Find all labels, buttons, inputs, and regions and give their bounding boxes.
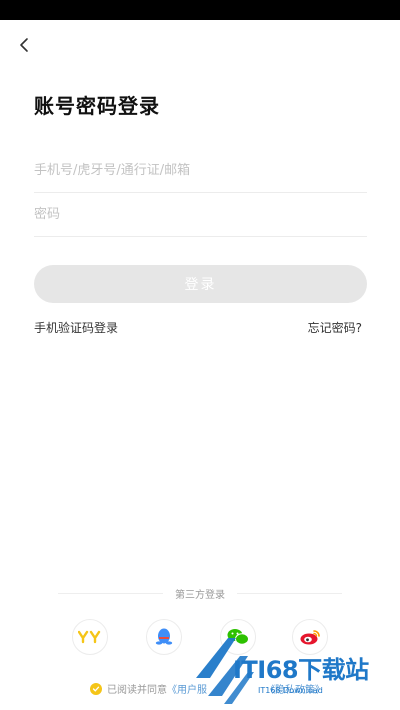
watermark-text: ITI68下载站: [233, 656, 369, 684]
account-field[interactable]: [34, 148, 367, 193]
qq-login-button[interactable]: [146, 619, 182, 655]
third-party-label: 第三方登录: [175, 589, 225, 601]
page-title: 账号密码登录: [34, 94, 160, 118]
status-bar: [0, 0, 400, 20]
login-button[interactable]: 登录: [34, 265, 367, 303]
yy-icon: [78, 630, 101, 644]
divider-line: [237, 592, 342, 594]
sms-login-link[interactable]: 手机验证码登录: [34, 319, 118, 336]
forgot-password-link[interactable]: 忘记密码?: [308, 319, 362, 336]
password-input[interactable]: [34, 192, 367, 236]
yy-login-button[interactable]: [72, 619, 108, 655]
account-input[interactable]: [34, 148, 367, 192]
qq-icon: [155, 628, 173, 645]
agreement-prefix: 已阅读并同意: [107, 685, 167, 696]
check-icon[interactable]: [90, 682, 102, 695]
back-arrow-icon[interactable]: [14, 34, 36, 56]
watermark-subtext: IT168 Download: [258, 686, 323, 695]
third-party-divider: 第三方登录: [58, 584, 342, 602]
password-field[interactable]: [34, 192, 367, 237]
divider-line: [58, 592, 163, 594]
